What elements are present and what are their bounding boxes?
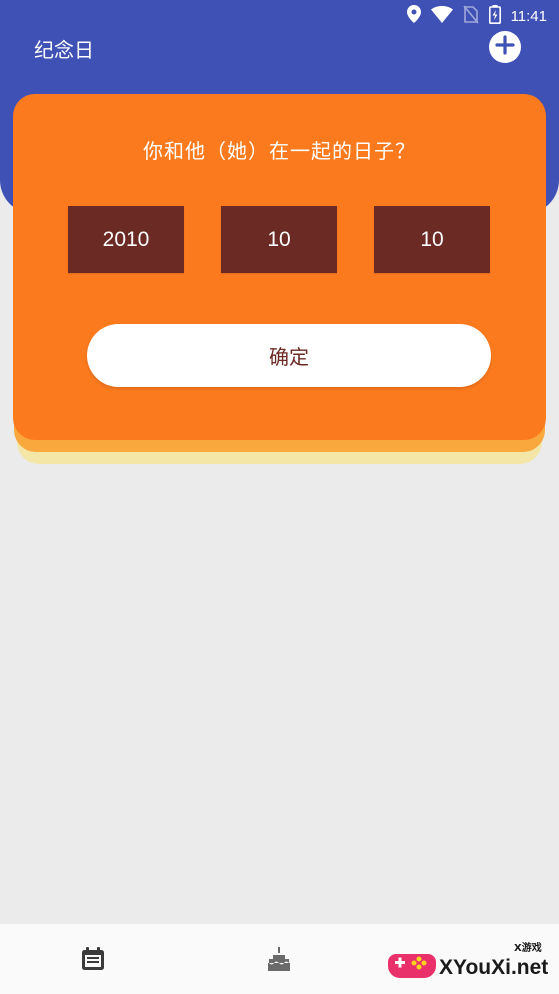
gamepad-logo-icon [388, 940, 436, 992]
calendar-icon [80, 946, 106, 976]
nav-item-anniversary[interactable] [78, 946, 108, 976]
no-sim-icon [462, 4, 479, 28]
status-time: 11:41 [510, 7, 547, 25]
watermark-text: XYouXi.net [439, 956, 549, 979]
page-title: 纪念日 [34, 38, 94, 62]
location-icon [406, 5, 421, 27]
day-input[interactable]: 10 [374, 206, 490, 273]
month-input[interactable]: 10 [221, 206, 337, 273]
add-button[interactable] [489, 31, 521, 63]
plus-circle-icon [495, 35, 515, 59]
confirm-button[interactable]: 确定 [87, 324, 491, 387]
anniversary-card: 你和他（她）在一起的日子？ 2010 10 10 确定 [13, 94, 546, 440]
status-bar: 11:41 [0, 0, 559, 32]
cake-icon [265, 945, 293, 977]
battery-icon [488, 4, 501, 28]
year-input[interactable]: 2010 [68, 206, 184, 273]
card-question: 你和他（她）在一起的日子？ [143, 139, 416, 163]
watermark: X游戏 XYouXi.net [386, 936, 559, 994]
app-screen: 11:41 纪念日 你和他（她）在一起的日子？ 2010 10 10 确定 X游… [0, 0, 559, 994]
status-icons: 11:41 [406, 4, 547, 28]
wifi-icon [430, 5, 453, 27]
nav-item-birthday[interactable] [264, 946, 294, 976]
watermark-small-text: X游戏 [514, 943, 542, 954]
